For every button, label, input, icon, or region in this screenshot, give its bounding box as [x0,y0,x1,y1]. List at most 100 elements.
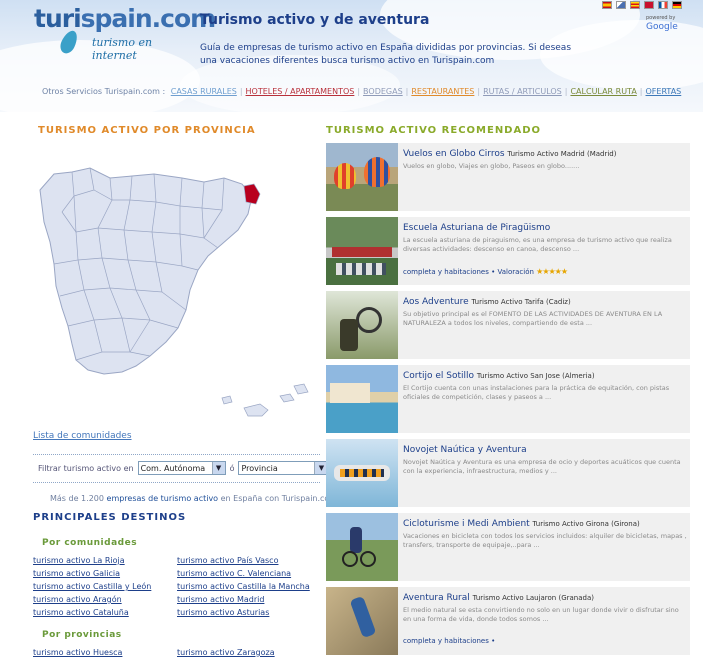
divider [33,482,320,483]
main-destinations-title: PRINCIPALES DESTINOS [33,512,187,523]
nav-link-ofertas[interactable]: OFERTAS [646,87,682,96]
destination-link[interactable]: turismo activo Galicia [33,569,120,578]
google-label: Google [646,22,678,32]
destination-link[interactable]: turismo activo Huesca [33,648,122,657]
card-title-text[interactable]: Novojet Naútica y Aventura [403,445,527,455]
card-title[interactable]: Cicloturisme i Medi Ambient Turismo Acti… [403,519,640,529]
card-title[interactable]: Aventura Rural Turismo Activo Laujaron (… [403,593,594,603]
destination-link[interactable]: turismo activo País Vasco [177,556,278,565]
communities-list-link[interactable]: Lista de comunidades [33,431,132,441]
flag-gl-icon[interactable] [616,1,626,9]
card-thumbnail[interactable] [326,513,398,581]
destination-link[interactable]: turismo activo Aragón [33,595,122,604]
nav-link-hoteles-apartamentos[interactable]: HOTELES / APARTAMENTOS [246,87,355,96]
count-number: Más de 1.200 [50,494,104,503]
spain-map-svg[interactable] [32,160,322,428]
nav-link-restaurantes[interactable]: RESTAURANTES [411,87,474,96]
card-thumbnail[interactable] [326,291,398,359]
card-description: Novojet Naútica y Aventura es una empres… [403,458,681,475]
nav-separator: | [239,87,243,96]
card-title-text[interactable]: Aventura Rural [403,593,473,603]
card-thumbnail[interactable] [326,143,398,211]
card-footer-link[interactable]: completa y habitaciones • [403,268,497,276]
card-title-text[interactable]: Cortijo el Sotillo [403,371,477,381]
nav-link-bodegas[interactable]: BODEGAS [363,87,403,96]
card-description: Vuelos en globo, Viajes en globo, Paseos… [403,162,580,170]
by-province-title: Por provincias [42,630,122,640]
by-community-title: Por comunidades [42,538,138,548]
filter-label: Filtrar turismo activo en [38,463,134,473]
nav-link-calcular-ruta[interactable]: CALCULAR RUTA [570,87,636,96]
card-title-text[interactable]: Cicloturisme i Medi Ambient [403,519,533,529]
card-location: Turismo Activo Girona (Girona) [532,520,640,528]
flag-ca-icon[interactable] [630,1,640,9]
spain-map[interactable] [32,160,322,428]
card-thumbnail[interactable] [326,439,398,507]
card-description: Vacaciones en bicicleta con todos los se… [403,532,687,549]
destination-link[interactable]: turismo activo La Rioja [33,556,125,565]
company-count: Más de 1.200 empresas de turismo activo … [50,494,337,503]
language-flags [602,1,682,9]
community-select[interactable]: Com. Autónoma ▼ [137,461,226,475]
card-title[interactable]: Escuela Asturiana de Piragüismo [403,223,550,233]
google-translate[interactable]: powered by Google [646,12,703,32]
balearic-islands[interactable] [221,383,309,417]
card-location: Turismo Activo San Jose (Almeria) [476,372,595,380]
chevron-down-icon[interactable]: ▼ [211,462,225,474]
card-thumbnail[interactable] [326,365,398,433]
card-footer: completa y habitaciones • Valoración ★★★… [403,267,568,276]
destination-link[interactable]: turismo activo Asturias [177,608,269,617]
community-select-value: Com. Autónoma [140,463,206,473]
recommended-card[interactable]: Cicloturisme i Medi Ambient Turismo Acti… [326,513,690,581]
card-title[interactable]: Aos Adventure Turismo Activo Tarifa (Cad… [403,297,571,307]
card-title[interactable]: Vuelos en Globo Cirros Turismo Activo Ma… [403,149,616,159]
province-select[interactable]: Provincia ▼ [238,461,329,475]
highlighted-province[interactable] [243,183,261,205]
destination-link[interactable]: turismo activo Castilla la Mancha [177,582,310,591]
destination-link[interactable]: turismo activo C. Valenciana [177,569,291,578]
recommended-card[interactable]: Escuela Asturiana de Piragüismo La escue… [326,217,690,285]
card-title-text[interactable]: Aos Adventure [403,297,471,307]
page-title: Turismo activo y de aventura [200,12,430,28]
card-thumbnail[interactable] [326,587,398,655]
or-label: ó [229,463,235,473]
flag-en-icon[interactable] [644,1,654,9]
nav-link-casas-rurales[interactable]: CASAS RURALES [171,87,237,96]
card-title[interactable]: Cortijo el Sotillo Turismo Activo San Jo… [403,371,595,381]
flag-es-icon[interactable] [602,1,612,9]
recommended-card[interactable]: Vuelos en Globo Cirros Turismo Activo Ma… [326,143,690,211]
nav-separator: | [477,87,481,96]
card-location: Turismo Activo Laujaron (Granada) [472,594,594,602]
card-title-text[interactable]: Escuela Asturiana de Piragüismo [403,223,550,233]
count-mid: empresas de turismo activo [106,494,219,503]
recommended-card[interactable]: Novojet Naútica y Aventura Novojet Naúti… [326,439,690,507]
services-nav: Otros Servicios Turispain.com : CASAS RU… [42,87,684,96]
google-prefix: powered by [646,15,676,21]
card-location: Turismo Activo Tarifa (Cadiz) [471,298,571,306]
filter-row: Filtrar turismo activo en Com. Autónoma ▼… [38,461,329,475]
nav-prefix: Otros Servicios Turispain.com : [42,87,166,96]
card-description: El medio natural se esta convirtiendo no… [403,606,679,623]
card-description: La escuela asturiana de piraguismo, es u… [403,236,672,253]
destination-link[interactable]: turismo activo Madrid [177,595,264,604]
nav-link-rutas-articulos[interactable]: RUTAS / ARTICULOS [483,87,562,96]
destination-link[interactable]: turismo activo Castilla y León [33,582,151,591]
card-title-text[interactable]: Vuelos en Globo Cirros [403,149,507,159]
destination-link[interactable]: turismo activo Cataluña [33,608,129,617]
recommended-section-title: TURISMO ACTIVO RECOMENDADO [326,125,542,136]
header: turispain.com turismo en internet Turism… [0,0,703,112]
card-title[interactable]: Novojet Naútica y Aventura [403,445,527,455]
recommended-card[interactable]: Aos Adventure Turismo Activo Tarifa (Cad… [326,291,690,359]
site-logo[interactable]: turispain.com turismo en internet [34,4,216,64]
flag-fr-icon[interactable] [658,1,668,9]
divider [33,454,320,455]
recommended-card[interactable]: Cortijo el Sotillo Turismo Activo San Jo… [326,365,690,433]
card-footer-link[interactable]: completa y habitaciones • [403,637,495,645]
card-thumbnail[interactable] [326,217,398,285]
flag-de-icon[interactable] [672,1,682,9]
recommended-card[interactable]: Aventura Rural Turismo Activo Laujaron (… [326,587,690,655]
card-footer: completa y habitaciones • [403,637,495,645]
destination-link[interactable]: turismo activo Zaragoza [177,648,275,657]
nav-separator: | [357,87,361,96]
nav-separator: | [639,87,643,96]
